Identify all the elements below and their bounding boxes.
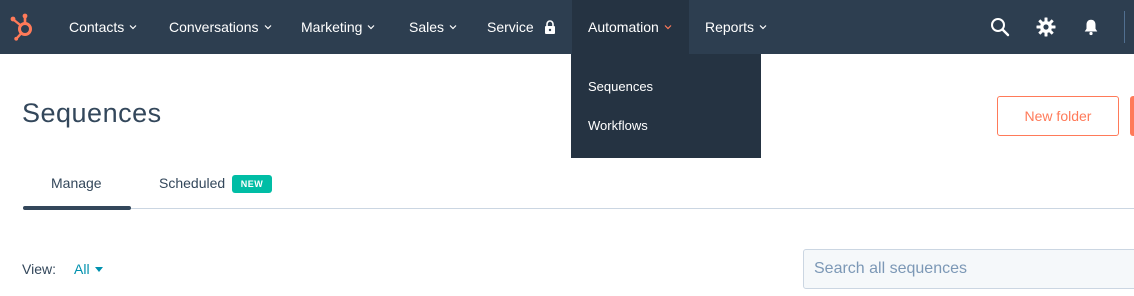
nav-sales[interactable]: Sales xyxy=(409,0,457,54)
chevron-down-icon xyxy=(368,25,375,30)
new-badge: NEW xyxy=(232,175,272,193)
new-folder-button[interactable]: New folder xyxy=(997,96,1119,136)
nav-divider xyxy=(1124,11,1125,43)
nav-marketing[interactable]: Marketing xyxy=(301,0,375,54)
bell-icon[interactable] xyxy=(1078,14,1104,40)
view-dropdown[interactable]: All xyxy=(74,261,103,277)
tab-scheduled[interactable]: Scheduled xyxy=(159,175,225,191)
active-tab-indicator xyxy=(23,206,131,210)
nav-contacts[interactable]: Contacts xyxy=(69,0,137,54)
chevron-down-icon xyxy=(264,25,271,30)
chevron-down-icon xyxy=(129,25,137,30)
tab-manage[interactable]: Manage xyxy=(51,175,102,191)
automation-dropdown-menu: Sequences Workflows xyxy=(571,54,761,158)
dropdown-item-sequences[interactable]: Sequences xyxy=(588,79,653,94)
nav-conversations-label: Conversations xyxy=(169,19,259,35)
chevron-down-icon xyxy=(664,25,672,30)
nav-service[interactable]: Service xyxy=(487,0,556,54)
search-sequences-input[interactable] xyxy=(803,249,1134,289)
hubspot-logo-icon[interactable] xyxy=(6,10,40,44)
nav-automation-label: Automation xyxy=(588,19,659,35)
view-label: View: xyxy=(22,261,56,277)
search-icon[interactable] xyxy=(987,14,1013,40)
page-title: Sequences xyxy=(22,98,162,128)
chevron-down-icon xyxy=(759,25,767,30)
nav-marketing-label: Marketing xyxy=(301,19,363,35)
gear-icon[interactable] xyxy=(1033,14,1059,40)
nav-automation[interactable]: Automation xyxy=(572,0,689,54)
caret-down-icon xyxy=(94,266,103,272)
nav-sales-label: Sales xyxy=(409,19,445,35)
tabs-divider xyxy=(23,208,1134,209)
dropdown-item-workflows[interactable]: Workflows xyxy=(588,118,648,133)
nav-reports[interactable]: Reports xyxy=(705,0,767,54)
nav-contacts-label: Contacts xyxy=(69,19,125,35)
create-sequence-button[interactable] xyxy=(1130,96,1134,136)
top-nav: Contacts Conversations Marketing Sales S… xyxy=(0,0,1134,54)
nav-reports-label: Reports xyxy=(705,19,755,35)
chevron-down-icon xyxy=(449,25,457,30)
nav-service-label: Service xyxy=(487,19,534,35)
view-dropdown-value: All xyxy=(74,261,90,277)
lock-icon xyxy=(544,20,555,34)
nav-conversations[interactable]: Conversations xyxy=(169,0,272,54)
